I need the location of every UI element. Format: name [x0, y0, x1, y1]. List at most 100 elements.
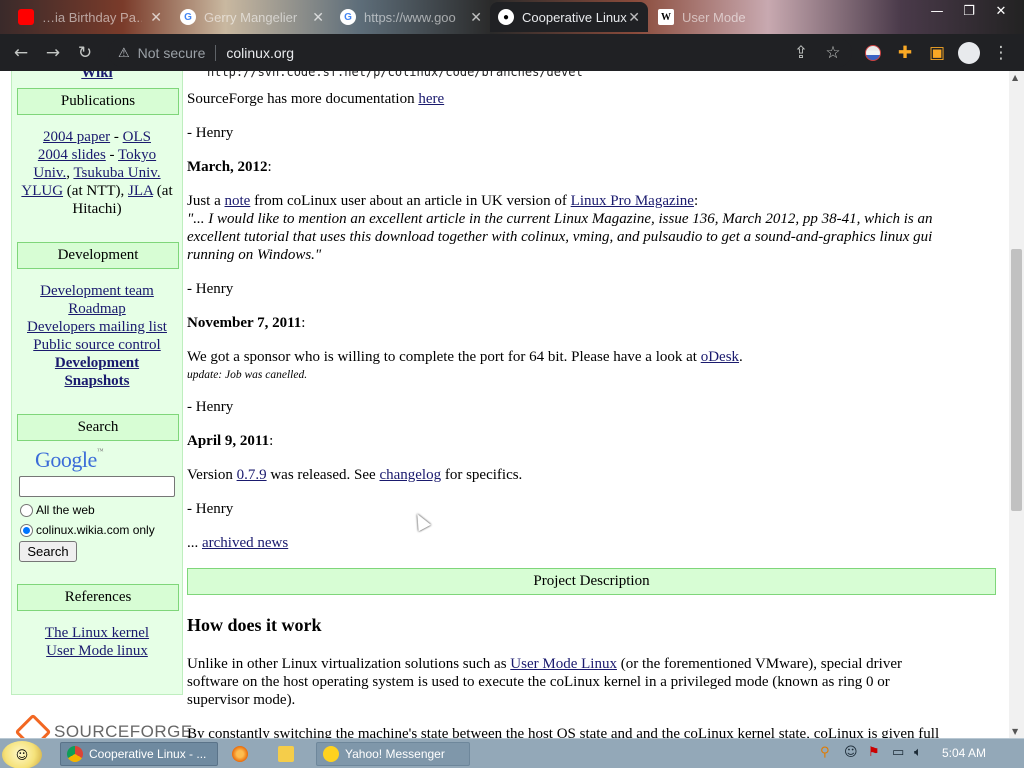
link-user-mode-linux-main[interactable]: User Mode Linux — [510, 656, 617, 672]
tab-google-2[interactable]: G https://www.goo ✕ — [332, 2, 490, 32]
bookmark-star-icon[interactable]: ☆ — [820, 40, 846, 66]
link-version-079[interactable]: 0.7.9 — [237, 467, 267, 483]
link-here[interactable]: here — [418, 91, 444, 107]
scroll-down-arrow-icon[interactable]: ▼ — [1012, 727, 1018, 736]
profile-avatar-icon[interactable] — [956, 40, 982, 66]
link-note[interactable]: note — [225, 193, 251, 209]
date: April 9, 2011 — [187, 433, 270, 449]
link-wiki[interactable]: Wiki — [81, 71, 112, 81]
link-odesk[interactable]: oDesk — [701, 349, 739, 365]
radio-all-the-web[interactable]: All the web — [20, 503, 95, 517]
news-apr-2011-text: Version 0.7.9 was released. See changelo… — [187, 466, 997, 484]
link-jla[interactable]: JLA — [128, 183, 153, 199]
link-tsukuba-univ[interactable]: Tsukuba Univ. — [73, 165, 160, 181]
tab-google-1[interactable]: G Gerry Mangelier ✕ — [172, 2, 332, 32]
url-text[interactable]: colinux.org — [226, 45, 294, 61]
search-tray-icon[interactable]: ⚲ — [820, 745, 830, 760]
link-roadmap[interactable]: Roadmap — [68, 301, 126, 317]
quote-line-2: excellent tutorial that uses this downlo… — [187, 229, 933, 245]
tab-youtube[interactable]: …ia Birthday Pa… ✕ — [10, 2, 170, 32]
start-button-icon[interactable]: ☺ — [2, 741, 42, 768]
news-date-apr-2011: April 9, 2011: — [187, 432, 997, 450]
tab-title: User Mode — [682, 9, 746, 25]
text: SourceForge has more documentation — [187, 91, 419, 107]
side-panel-icon[interactable]: ▣ — [924, 40, 950, 66]
extensions-puzzle-icon[interactable]: ✚ — [892, 40, 918, 66]
link-development-team[interactable]: Development team — [40, 283, 154, 299]
flag-extension-icon[interactable] — [860, 40, 886, 66]
firefox-icon — [232, 746, 248, 762]
link-archived-news[interactable]: archived news — [202, 535, 288, 551]
search-input[interactable] — [19, 476, 175, 497]
link-ols[interactable]: OLS — [123, 129, 151, 145]
radio-button-selected[interactable] — [20, 523, 33, 537]
google-logo-tm: ™ — [96, 447, 104, 455]
link-2004-slides[interactable]: 2004 slides — [38, 147, 106, 163]
tab-title: …ia Birthday Pa… — [42, 9, 142, 25]
link-changelog[interactable]: changelog — [379, 467, 441, 483]
text: from coLinux user about an article in UK… — [250, 193, 571, 209]
tab-wikipedia[interactable]: W User Mode — [650, 2, 810, 32]
clock[interactable]: 5:04 AM — [942, 746, 986, 760]
radio-button[interactable] — [20, 503, 33, 517]
yahoo-messenger-icon — [323, 746, 339, 762]
link-development-snapshots[interactable]: Development — [55, 355, 139, 371]
back-icon[interactable]: ← — [8, 40, 34, 66]
close-tab-icon[interactable]: ✕ — [628, 9, 640, 26]
link-ylug[interactable]: YLUG — [21, 183, 63, 199]
sourceforge-text: SOURCEFORGE — [54, 722, 193, 738]
link-developers-mailing-list[interactable]: Developers mailing list — [27, 319, 167, 335]
link-public-source-control[interactable]: Public source control — [33, 337, 160, 353]
scrollbar-thumb[interactable] — [1011, 249, 1022, 511]
taskbar-item-explorer[interactable] — [272, 742, 304, 766]
google-logo: Google™ — [35, 447, 104, 473]
security-label[interactable]: Not secure — [138, 45, 206, 61]
link-2004-paper[interactable]: 2004 paper — [43, 129, 110, 145]
page-scrollbar[interactable]: ▲ ▼ — [1009, 71, 1024, 738]
signature: - Henry — [187, 501, 234, 517]
search-button[interactable]: Search — [19, 541, 77, 562]
link-user-mode-linux[interactable]: User Mode linux — [46, 643, 148, 659]
volume-tray-icon[interactable]: 🔈︎ — [914, 745, 922, 760]
development-list: Development team Roadmap Developers mail… — [12, 282, 182, 390]
tab-cooperative-linux[interactable]: ● Cooperative Linux ✕ — [490, 2, 648, 32]
forward-icon[interactable]: → — [40, 40, 66, 66]
signature: - Henry — [187, 281, 234, 297]
close-tab-icon[interactable]: ✕ — [150, 9, 162, 26]
link-univ[interactable]: Univ. — [33, 165, 66, 181]
sf-docs-paragraph: SourceForge has more documentation here — [187, 90, 997, 108]
references-heading: References — [17, 584, 179, 611]
link-linux-kernel[interactable]: The Linux kernel — [45, 625, 149, 641]
network-tray-icon[interactable]: ⚑ — [868, 745, 880, 760]
restore-icon[interactable]: ❐ — [952, 0, 986, 22]
link-development-snapshots-2[interactable]: Snapshots — [64, 373, 129, 389]
scroll-up-arrow-icon[interactable]: ▲ — [1012, 73, 1018, 82]
close-tab-icon[interactable]: ✕ — [312, 9, 324, 26]
close-tab-icon[interactable]: ✕ — [470, 9, 482, 26]
text: We got a sponsor who is willing to compl… — [187, 349, 701, 365]
page-viewport: Wiki Publications 2004 paper - OLS 2004 … — [0, 71, 1009, 738]
text-at-ntt: (at NTT), — [63, 183, 129, 199]
share-icon[interactable]: ⇪ — [788, 40, 814, 66]
news-march-2012-text: Just a note from coLinux user about an a… — [187, 192, 997, 210]
text: (or the forementioned VMware), special d… — [616, 656, 902, 672]
project-description-heading: Project Description — [187, 568, 996, 595]
taskbar-item-yahoo-messenger[interactable]: Yahoo! Messenger — [316, 742, 470, 766]
reload-icon[interactable]: ↻ — [72, 40, 98, 66]
menu-kebab-icon[interactable]: ⋮ — [988, 40, 1014, 66]
text: : — [693, 193, 699, 209]
link-tokyo[interactable]: Tokyo — [118, 147, 156, 163]
minimize-icon[interactable]: — — [920, 0, 954, 22]
display-tray-icon[interactable]: ▭ — [892, 745, 904, 760]
sourceforge-logo[interactable]: SOURCEFORGE — [14, 713, 193, 738]
warning-icon[interactable]: ⚠ — [118, 45, 130, 61]
search-heading: Search — [17, 414, 179, 441]
link-linux-pro-magazine[interactable]: Linux Pro Magazine — [571, 193, 694, 209]
taskbar-item-chrome[interactable]: Cooperative Linux - ... — [60, 742, 218, 766]
taskbar-item-firefox[interactable] — [226, 742, 258, 766]
how-does-it-work-heading: How does it work — [187, 615, 322, 635]
radio-site-only[interactable]: colinux.wikia.com only — [20, 523, 155, 537]
smiley-tray-icon[interactable]: ☺ — [844, 745, 858, 760]
address-bar[interactable]: ⚠ Not secure colinux.org — [108, 38, 852, 67]
close-window-icon[interactable]: ✕ — [984, 0, 1018, 22]
